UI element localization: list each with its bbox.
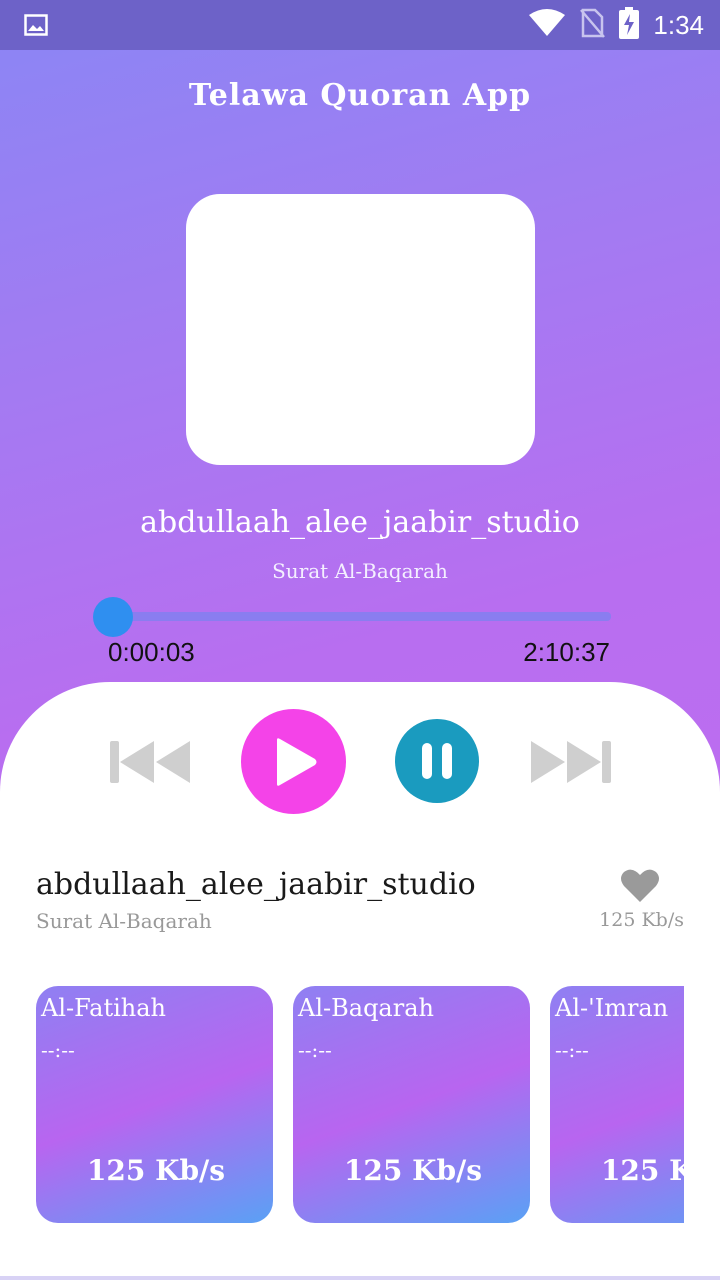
now-playing-subtitle: Surat Al-Baqarah [272, 559, 448, 583]
seek-thumb[interactable] [93, 597, 133, 637]
track-info-bitrate: 125 Kb/s [599, 909, 684, 931]
app-title: Telawa Quoran App [188, 78, 532, 113]
now-playing-title: abdullaah_alee_jaabir_studio [140, 505, 580, 540]
surah-duration: --:-- [298, 1038, 332, 1062]
status-bar: 1:34 [0, 0, 720, 50]
skip-previous-icon [110, 741, 190, 783]
favorite-button[interactable] [620, 868, 660, 904]
album-art [186, 194, 535, 465]
track-info-title: abdullaah_alee_jaabir_studio [36, 867, 476, 902]
play-button[interactable] [241, 709, 346, 814]
wifi-icon [529, 9, 566, 41]
surah-card-al-baqarah[interactable]: Al-Baqarah --:-- 125 Kb/s [293, 986, 530, 1223]
total-time: 2:10:37 [523, 637, 610, 667]
next-button[interactable] [527, 734, 613, 790]
heart-icon [621, 869, 659, 902]
surah-name: Al-'Imran [555, 994, 669, 1022]
surah-duration: --:-- [555, 1038, 589, 1062]
no-sim-icon [579, 8, 606, 42]
surah-list[interactable]: Al-Fatihah --:-- 125 Kb/s Al-Baqarah --:… [36, 986, 684, 1224]
surah-card-al-fatihah[interactable]: Al-Fatihah --:-- 125 Kb/s [36, 986, 273, 1223]
seek-bar[interactable] [113, 612, 611, 621]
play-icon [276, 737, 316, 786]
surah-name: Al-Baqarah [298, 994, 434, 1022]
surah-bitrate: 125 Kb/s [86, 1154, 226, 1187]
surah-bitrate: 125 Kb/s [343, 1154, 483, 1187]
pause-icon [422, 743, 452, 779]
surah-duration: --:-- [41, 1038, 75, 1062]
battery-charging-icon [619, 7, 640, 43]
track-info-subtitle: Surat Al-Baqarah [36, 909, 212, 933]
waveform-icon [197, 261, 522, 421]
image-icon [24, 14, 48, 40]
surah-name: Al-Fatihah [41, 994, 166, 1022]
current-time: 0:00:03 [108, 637, 195, 667]
surah-card-al-imran[interactable]: Al-'Imran --:-- 125 Kb/s [550, 986, 684, 1223]
pause-button[interactable] [395, 719, 479, 803]
clock: 1:34 [653, 9, 704, 40]
skip-next-icon [531, 741, 611, 783]
previous-button[interactable] [108, 734, 194, 790]
bottom-divider [0, 1276, 720, 1280]
surah-bitrate: 125 Kb/s [600, 1154, 684, 1187]
